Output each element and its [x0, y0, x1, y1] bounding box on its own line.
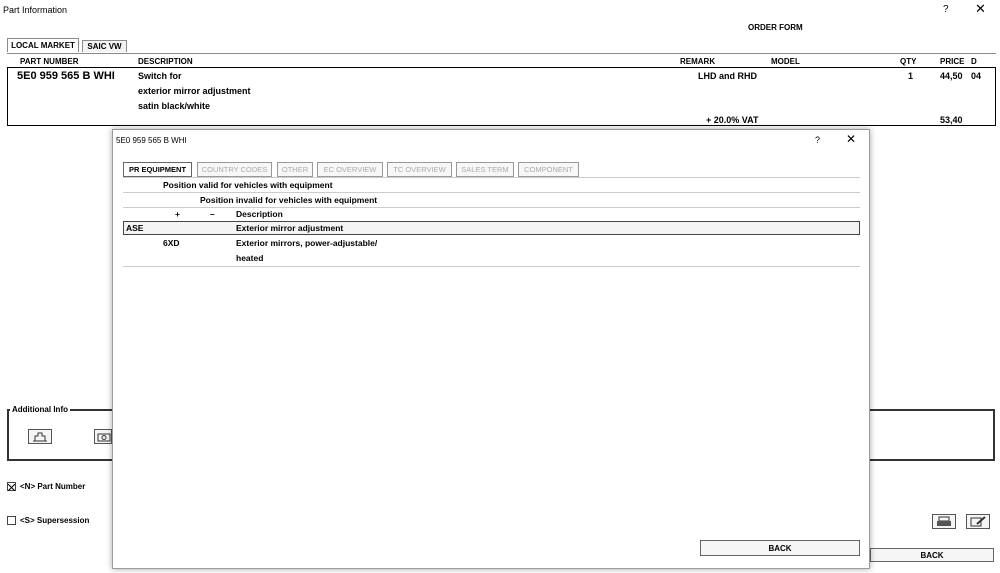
part-number-checkbox[interactable] [7, 482, 16, 492]
part-desc-line1: Switch for [138, 71, 182, 81]
legend-valid: Position valid for vehicles with equipme… [163, 180, 333, 190]
window-title: Part Information [3, 5, 68, 15]
help-button[interactable]: ? [943, 4, 949, 15]
vat-price: 53,40 [940, 115, 963, 125]
supersession-option-label[interactable]: <S> Supersession [20, 516, 89, 525]
tab-underline [7, 53, 996, 54]
title-bar: Part Information ? ✕ [0, 0, 1000, 20]
row-code-6xd: 6XD [163, 238, 180, 248]
dialog-title: 5E0 959 565 B WHI [116, 136, 187, 145]
hand-icon[interactable] [28, 429, 52, 444]
part-d: 04 [971, 71, 982, 81]
dialog-back-button[interactable]: BACK [700, 540, 860, 556]
tab-pr-equipment[interactable]: PR EQUIPMENT [123, 162, 192, 177]
row-desc-6xd-line2: heated [236, 253, 264, 263]
tab-other[interactable]: OTHER [277, 162, 313, 177]
part-qty: 1 [908, 71, 914, 81]
table-row-selected[interactable] [123, 221, 860, 235]
tab-local-market[interactable]: LOCAL MARKET [7, 38, 79, 52]
divider-3 [123, 266, 860, 267]
col-model: MODEL [771, 57, 800, 66]
part-price: 44,50 [940, 71, 963, 81]
tab-divider [123, 177, 860, 178]
col-price: PRICE [940, 57, 965, 66]
order-form-link[interactable]: ORDER FORM [748, 23, 803, 32]
divider-1 [123, 192, 860, 193]
tab-sales-term[interactable]: SALES TERM [456, 162, 514, 177]
row-code-ase: ASE [126, 223, 144, 233]
tab-saic-vw[interactable]: SAIC VW [82, 40, 127, 52]
row-desc-ase: Exterior mirror adjustment [236, 223, 344, 233]
part-desc-line2: exterior mirror adjustment [138, 86, 251, 96]
divider-2 [123, 207, 860, 208]
tab-component[interactable]: COMPONENT [518, 162, 579, 177]
edit-icon[interactable] [966, 514, 990, 529]
part-desc-line3: satin black/white [138, 101, 211, 111]
dialog-close-button[interactable]: ✕ [846, 132, 856, 146]
vat-label: + 20.0% VAT [706, 115, 759, 125]
supersession-checkbox[interactable] [7, 516, 16, 525]
col-d: D [971, 57, 977, 66]
row-desc-6xd: Exterior mirrors, power-adjustable/ [236, 238, 378, 248]
tab-ec-overview[interactable]: EC OVERVIEW [317, 162, 383, 177]
legend-invalid: Position invalid for vehicles with equip… [200, 195, 378, 205]
close-button[interactable]: ✕ [975, 1, 986, 17]
dialog-help-button[interactable]: ? [815, 135, 820, 145]
back-button[interactable]: BACK [870, 548, 994, 562]
plus-header: + [175, 209, 180, 219]
col-qty: QTY [900, 57, 917, 66]
camera-icon[interactable] [94, 429, 112, 444]
col-part-number: PART NUMBER [20, 57, 79, 66]
print-icon[interactable] [932, 514, 956, 529]
tab-tc-overview[interactable]: TC OVERVIEW [387, 162, 452, 177]
col-description: DESCRIPTION [138, 57, 193, 66]
minus-header: – [210, 209, 215, 219]
description-header: Description [236, 209, 283, 219]
part-number: 5E0 959 565 B WHI [17, 70, 115, 82]
part-number-option-label[interactable]: <N> Part Number [20, 482, 85, 491]
tab-country-codes[interactable]: COUNTRY CODES [197, 162, 272, 177]
col-remark: REMARK [680, 57, 716, 66]
additional-info-label: Additional Info [10, 405, 70, 414]
part-remark: LHD and RHD [698, 71, 757, 81]
pr-equipment-dialog: 5E0 959 565 B WHI ? ✕ PR EQUIPMENT COUNT… [112, 129, 870, 569]
